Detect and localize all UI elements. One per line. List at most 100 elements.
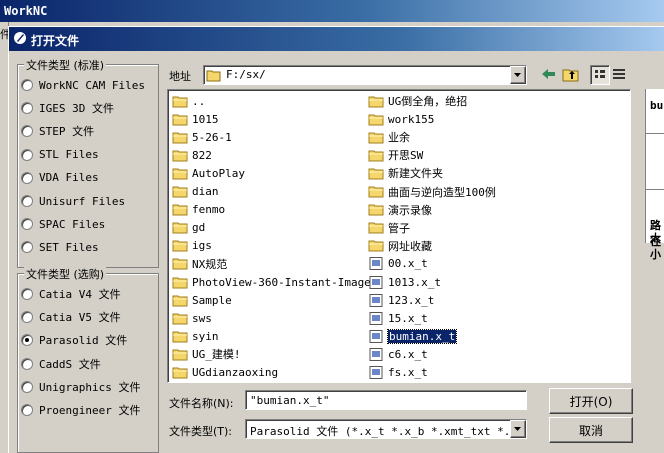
folder-item[interactable]: work155 (368, 111, 434, 127)
folder-item[interactable]: 管子 (368, 220, 410, 236)
file-icon (368, 311, 384, 325)
folder-item[interactable]: UG倒全角，绝招 (368, 93, 467, 109)
radio-step[interactable]: STEP 文件 (21, 123, 94, 139)
folder-item[interactable]: 1015 (172, 111, 219, 127)
item-name: 演示录像 (388, 203, 432, 217)
item-name: fs.x_t (388, 366, 428, 379)
chevron-down-icon (514, 73, 521, 77)
folder-item[interactable]: NX规范 (172, 256, 227, 272)
open-button-label: 打开(O) (569, 394, 613, 409)
standard-filetype-legend: 文件类型 (标准) (24, 57, 107, 73)
folder-item[interactable]: UG_建模! (172, 346, 241, 362)
location-combo[interactable]: F:/sx/ (203, 65, 527, 85)
radio-button-icon (21, 241, 33, 254)
folder-item[interactable]: 曲面与逆向造型100例 (368, 184, 496, 200)
folder-item[interactable]: Sample (172, 292, 232, 308)
folder-item[interactable]: PhotoView-360-Instant-Images (172, 274, 377, 290)
radio-button-icon (21, 102, 33, 115)
filetype-select[interactable]: Parasolid 文件 (*.x_t *.x_b *.xmt_txt *.xm (245, 419, 527, 439)
folder-item[interactable]: AutoPlay (172, 165, 245, 181)
radio-worknc-cam-files[interactable]: WorkNC CAM Files (21, 77, 145, 93)
radio-label: Catia V5 文件 (39, 311, 121, 325)
location-label: 地址 (169, 70, 191, 83)
file-list[interactable]: .. 1015 5-26-1 822 AutoPlay dian fenmo gd igs NX规… (167, 89, 631, 383)
item-name: UG_建模! (192, 348, 241, 362)
folder-item[interactable]: 开思SW (368, 147, 423, 163)
radio-label: WorkNC CAM Files (39, 78, 145, 92)
details-view-icon[interactable] (611, 66, 627, 82)
folder-icon (172, 203, 188, 216)
list-view-toggle[interactable] (590, 65, 610, 85)
radio-button-icon (21, 380, 33, 393)
folder-icon (172, 257, 188, 270)
app-title: WorkNC (4, 4, 48, 18)
radio-unigraphics[interactable]: Unigraphics 文件 (21, 379, 140, 395)
folder-item[interactable]: .. (172, 93, 205, 109)
folder-icon (368, 203, 384, 216)
up-folder-icon[interactable] (562, 66, 580, 82)
radio-iges-3d[interactable]: IGES 3D 文件 (21, 100, 114, 116)
item-name: 业余 (388, 131, 410, 145)
radio-set-files[interactable]: SET Files (21, 239, 99, 255)
folder-icon (368, 95, 384, 108)
radio-proengineer[interactable]: Proengineer 文件 (21, 402, 140, 418)
cancel-button[interactable]: 取消 (549, 417, 633, 443)
radio-button-icon (21, 404, 33, 416)
folder-item[interactable]: 演示录像 (368, 202, 432, 218)
item-name: c6.x_t (388, 347, 428, 361)
item-name: fenmo (192, 203, 226, 217)
file-item[interactable]: 1013.x_t (368, 274, 441, 290)
folder-item[interactable]: 网址收藏 (368, 238, 432, 254)
item-name: 123.x_t (388, 293, 435, 307)
radio-catia-v5[interactable]: Catia V5 文件 (21, 309, 121, 325)
folder-icon (172, 221, 188, 234)
folder-item[interactable]: syin (172, 328, 219, 344)
folder-icon (172, 95, 188, 108)
radio-cadds[interactable]: CaddS 文件 (21, 356, 101, 372)
folder-item[interactable]: 822 (172, 147, 212, 163)
folder-item[interactable]: dian (172, 184, 219, 200)
folder-item[interactable]: 5-26-1 (172, 129, 232, 145)
location-dropdown-button[interactable] (510, 66, 526, 84)
folder-item[interactable]: 业余 (368, 129, 410, 145)
radio-catia-v4[interactable]: Catia V4 文件 (21, 286, 121, 302)
radio-button-icon (21, 79, 33, 91)
radio-button-icon (21, 311, 33, 324)
radio-label: Unisurf Files (39, 194, 126, 208)
item-name: .. (192, 94, 206, 108)
folder-item[interactable]: fenmo (172, 202, 225, 218)
radio-vda-files[interactable]: VDA Files (21, 170, 99, 186)
file-icon (368, 347, 384, 361)
item-name: syin (192, 329, 219, 343)
folder-icon (368, 185, 384, 198)
file-item[interactable]: 123.x_t (368, 292, 434, 308)
radio-button-icon (21, 148, 33, 161)
file-item[interactable]: bumian.x_t (368, 328, 458, 344)
dialog-title: 打开文件 (31, 34, 80, 48)
radio-parasolid[interactable]: Parasolid 文件 (21, 332, 127, 348)
item-name: sws (192, 311, 212, 325)
filetype-dropdown-button[interactable] (510, 420, 526, 438)
radio-label: STEP 文件 (39, 125, 95, 139)
preview-panel: bu 路径 大小 (645, 89, 664, 261)
file-item[interactable]: fs.x_t (368, 365, 428, 381)
folder-item[interactable]: UGdianzaoxing (172, 365, 278, 381)
open-button[interactable]: 打开(O) (549, 388, 633, 414)
folder-item[interactable]: gd (172, 220, 205, 236)
radio-spac-files[interactable]: SPAC Files (21, 216, 105, 232)
file-item[interactable]: c6.x_t (368, 346, 428, 362)
item-name: igs (192, 239, 212, 253)
radio-unisurf-files[interactable]: Unisurf Files (21, 193, 125, 209)
folder-item[interactable]: igs (172, 238, 212, 254)
folder-item[interactable]: sws (172, 310, 212, 326)
file-item[interactable]: 15.x_t (368, 310, 428, 326)
folder-item[interactable]: 新建文件夹 (368, 165, 443, 181)
filename-input[interactable]: "bumian.x_t" (245, 390, 527, 410)
folder-icon (172, 131, 188, 144)
radio-stl-files[interactable]: STL Files (21, 147, 99, 163)
standard-filetype-group (17, 64, 159, 268)
back-arrow-icon[interactable] (541, 67, 557, 81)
file-item[interactable]: 00.x_t (368, 256, 428, 272)
folder-icon (368, 131, 384, 144)
folder-open-icon (206, 70, 221, 82)
